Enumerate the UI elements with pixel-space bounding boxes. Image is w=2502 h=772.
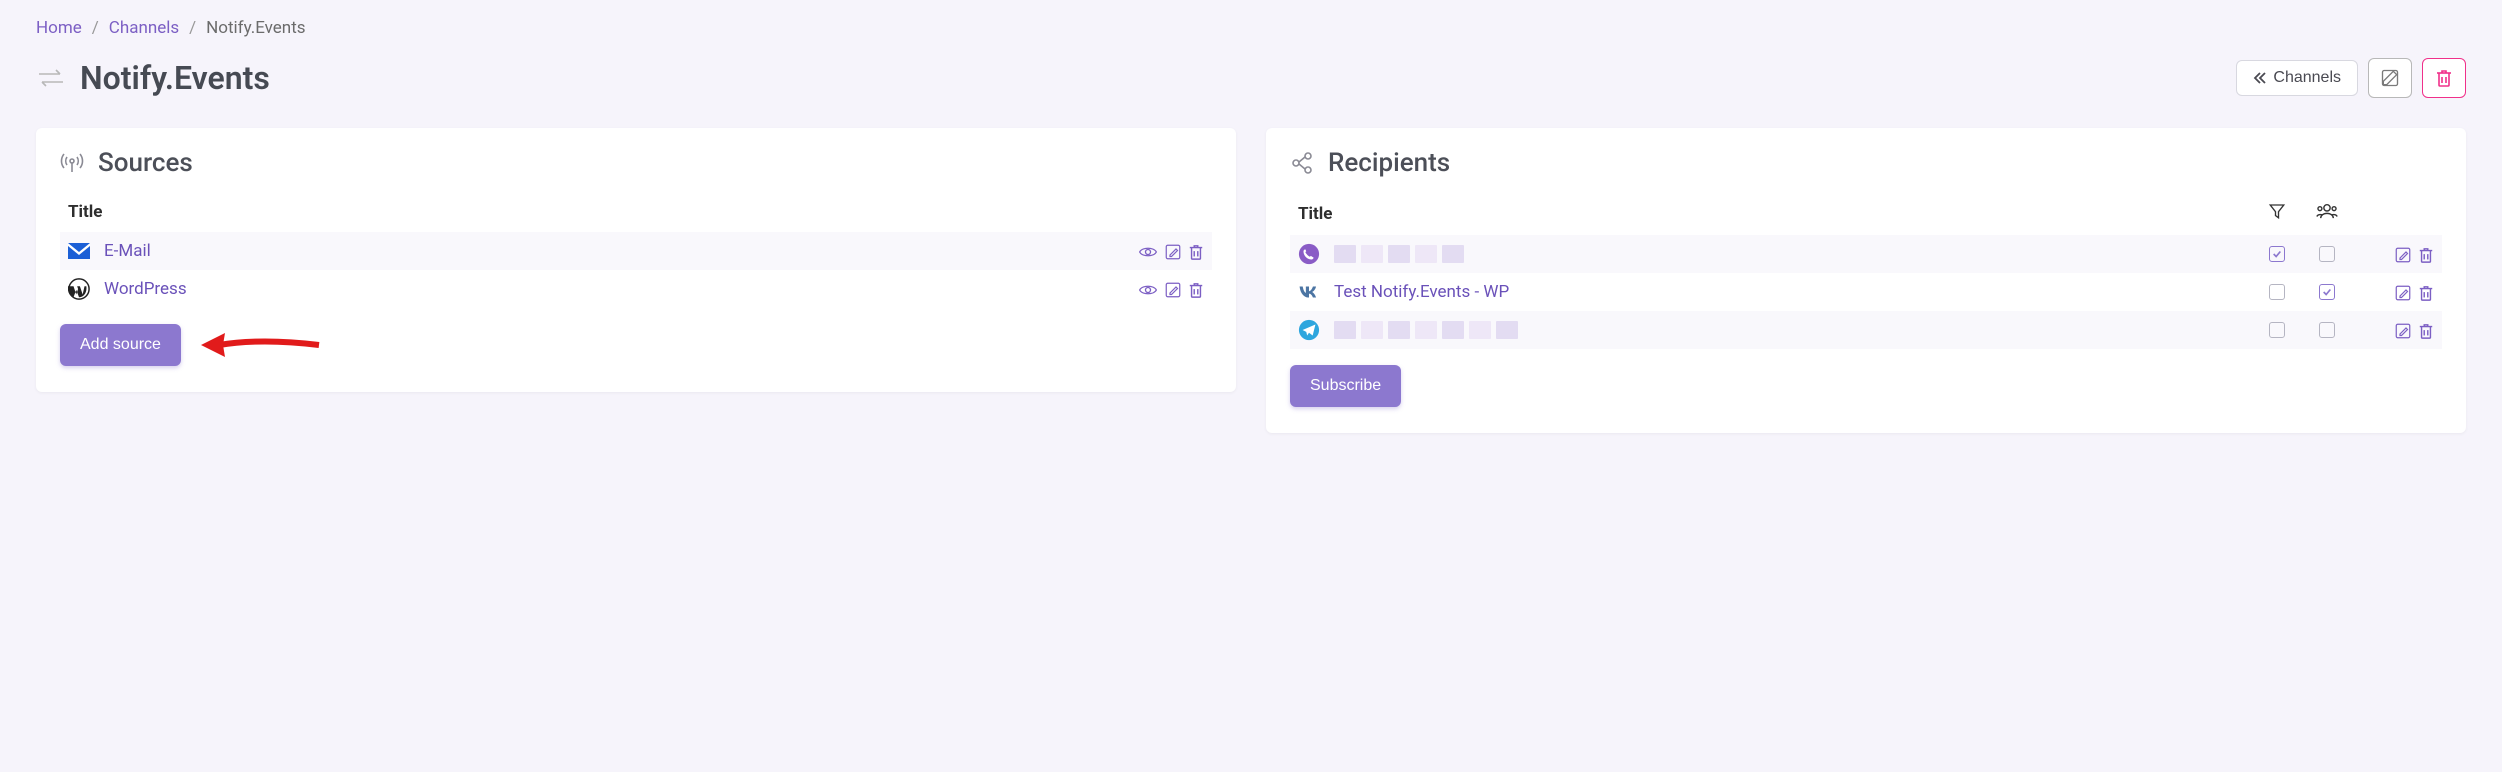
table-row	[1290, 235, 2442, 273]
eye-icon[interactable]	[1138, 282, 1158, 298]
sources-col-title: Title	[60, 196, 1122, 232]
eye-icon[interactable]	[1138, 244, 1158, 260]
breadcrumb: Home / Channels / Notify.Events	[36, 18, 2466, 38]
back-channels-label: Channels	[2273, 69, 2341, 87]
pencil-square-icon[interactable]	[2394, 246, 2412, 264]
recipients-col-filter[interactable]	[2252, 196, 2302, 235]
trash-icon[interactable]	[1188, 243, 1204, 261]
broadcast-icon	[60, 151, 84, 175]
table-row: E-Mail	[60, 232, 1212, 270]
sources-table: Title E-Mail	[60, 196, 1212, 308]
filter-checkbox[interactable]	[2269, 322, 2285, 338]
breadcrumb-home[interactable]: Home	[36, 18, 82, 38]
back-channels-button[interactable]: Channels	[2236, 60, 2358, 96]
recipients-title: Recipients	[1328, 148, 1450, 178]
breadcrumb-sep: /	[92, 18, 99, 38]
breadcrumb-channels[interactable]: Channels	[109, 18, 179, 38]
recipients-col-title: Title	[1290, 196, 2252, 235]
email-icon	[68, 240, 90, 262]
table-row	[1290, 311, 2442, 349]
subscribe-button[interactable]: Subscribe	[1290, 365, 1401, 407]
filter-icon	[2268, 202, 2286, 220]
users-icon	[2316, 202, 2338, 220]
recipients-table: Title	[1290, 196, 2442, 349]
add-source-button[interactable]: Add source	[60, 324, 181, 366]
pencil-square-icon[interactable]	[1164, 281, 1182, 299]
sources-title: Sources	[98, 148, 193, 178]
trash-icon[interactable]	[2418, 246, 2434, 264]
edit-channel-button[interactable]	[2368, 58, 2412, 98]
sources-card: Sources Title	[36, 128, 1236, 392]
group-checkbox[interactable]	[2319, 322, 2335, 338]
filter-checkbox[interactable]	[2269, 246, 2285, 262]
page-header: Notify.Events Channels	[36, 58, 2466, 98]
table-row: WordPress	[60, 270, 1212, 308]
arrow-annotation-icon	[201, 330, 321, 360]
telegram-icon	[1298, 319, 1320, 341]
pencil-square-icon[interactable]	[2394, 322, 2412, 340]
source-link[interactable]: WordPress	[104, 279, 187, 299]
pencil-square-icon	[2380, 68, 2400, 88]
cards-row: Sources Title	[36, 128, 2466, 433]
trash-icon[interactable]	[2418, 322, 2434, 340]
recipients-col-group[interactable]	[2302, 196, 2352, 235]
trash-icon[interactable]	[1188, 281, 1204, 299]
blurred-text	[1334, 245, 1464, 263]
vk-icon	[1298, 281, 1320, 303]
group-checkbox[interactable]	[2319, 284, 2335, 300]
pencil-square-icon[interactable]	[1164, 243, 1182, 261]
blurred-text	[1334, 321, 1518, 339]
pencil-square-icon[interactable]	[2394, 284, 2412, 302]
recipients-col-actions	[2352, 196, 2442, 235]
table-row: Test Notify.Events - WP	[1290, 273, 2442, 311]
breadcrumb-current: Notify.Events	[206, 18, 305, 38]
viber-icon	[1298, 243, 1320, 265]
filter-checkbox[interactable]	[2269, 284, 2285, 300]
delete-channel-button[interactable]	[2422, 58, 2466, 98]
trash-icon	[2435, 68, 2453, 88]
chevron-left-double-icon	[2253, 71, 2267, 85]
trash-icon[interactable]	[2418, 284, 2434, 302]
breadcrumb-sep: /	[189, 18, 196, 38]
share-icon	[1290, 151, 1314, 175]
group-checkbox[interactable]	[2319, 246, 2335, 262]
swap-icon	[36, 66, 66, 90]
sources-col-actions	[1122, 196, 1212, 232]
wordpress-icon	[68, 278, 90, 300]
source-link[interactable]: E-Mail	[104, 241, 151, 261]
page-title: Notify.Events	[80, 59, 270, 97]
recipients-card: Recipients Title	[1266, 128, 2466, 433]
recipient-link[interactable]: Test Notify.Events - WP	[1334, 282, 1509, 302]
